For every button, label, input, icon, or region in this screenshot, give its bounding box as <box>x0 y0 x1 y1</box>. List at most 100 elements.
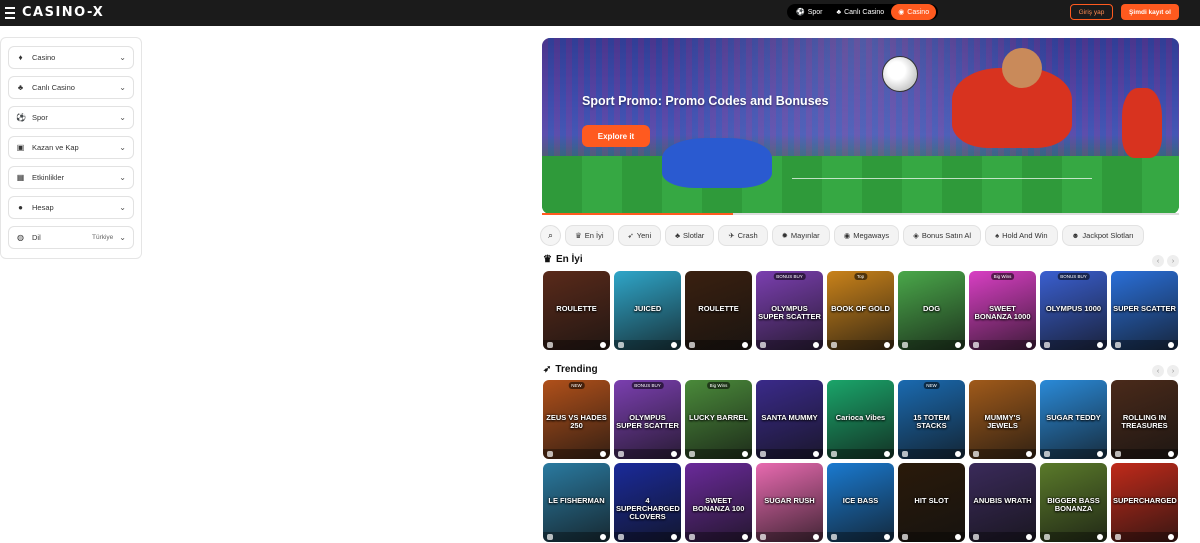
top-nav-sports[interactable]: ⚽ Spor <box>789 4 830 20</box>
info-icon[interactable] <box>1026 451 1032 457</box>
info-icon[interactable] <box>884 342 890 348</box>
game-tile[interactable]: BONUS BUY OLYMPUS 1000 <box>1040 271 1107 350</box>
info-icon[interactable] <box>600 451 606 457</box>
section-title-text: En İyi <box>555 254 583 265</box>
category-tab-bonus-sat-n-al[interactable]: ◈ Bonus Satın Al <box>903 224 982 246</box>
game-tile[interactable]: NEW 15 TOTEM STACKS <box>898 380 965 459</box>
info-icon[interactable] <box>1097 342 1103 348</box>
category-label: Mayınlar <box>790 230 820 240</box>
game-tile[interactable]: HIT SLOT <box>898 463 965 542</box>
chevron-right-icon[interactable]: › <box>1167 365 1179 377</box>
info-icon[interactable] <box>955 534 961 540</box>
game-tile[interactable]: NEW ZEUS VS HADES 250 <box>543 380 610 459</box>
game-tile[interactable]: ANUBIS WRATH <box>969 463 1036 542</box>
game-title: ICE BASS <box>842 496 879 505</box>
game-tile[interactable]: SUPERCHARGED <box>1111 463 1178 542</box>
info-icon[interactable] <box>671 342 677 348</box>
category-tab-slotlar[interactable]: ♣ Slotlar <box>665 224 715 246</box>
live-casino-icon: ♣ <box>17 83 24 92</box>
provider-icon <box>760 451 766 457</box>
login-button[interactable]: Giriş yap <box>1070 4 1113 20</box>
info-icon[interactable] <box>1026 534 1032 540</box>
info-icon[interactable] <box>813 451 819 457</box>
top-nav-casino[interactable]: ◉ Casino <box>891 4 937 20</box>
section-title-text: Trending <box>555 364 598 375</box>
game-tile[interactable]: Top BOOK OF GOLD <box>827 271 894 350</box>
info-icon[interactable] <box>813 534 819 540</box>
game-title: MUMMY'S JEWELS <box>984 413 1021 430</box>
promo-banner[interactable]: Sport Promo: Promo Codes and Bonuses Exp… <box>542 38 1179 214</box>
sidebar-item-casino[interactable]: ♦ Casino ⌄ <box>8 46 134 69</box>
info-icon[interactable] <box>884 451 890 457</box>
info-icon[interactable] <box>1097 451 1103 457</box>
sidebar-item-kazan-ve-kap[interactable]: ▣ Kazan ve Kap ⌄ <box>8 136 134 159</box>
register-button[interactable]: Şimdi kayıt ol <box>1121 4 1179 20</box>
info-icon[interactable] <box>1168 534 1174 540</box>
info-icon[interactable] <box>1168 342 1174 348</box>
info-icon[interactable] <box>742 534 748 540</box>
category-tab-hold-and-win[interactable]: ♠ Hold And Win <box>985 224 1058 246</box>
game-tile[interactable]: MUMMY'S JEWELS <box>969 380 1036 459</box>
game-badge: BONUS BUY <box>1057 273 1090 280</box>
game-tile[interactable]: ROULETTE <box>543 271 610 350</box>
sidebar-item-hesap[interactable]: ● Hesap ⌄ <box>8 196 134 219</box>
top-nav-live-casino[interactable]: ♣ Canlı Casino <box>830 4 892 20</box>
sidebar-item-canl-casino[interactable]: ♣ Canlı Casino ⌄ <box>8 76 134 99</box>
info-icon[interactable] <box>1168 451 1174 457</box>
sidebar-item-etkinlikler[interactable]: ▦ Etkinlikler ⌄ <box>8 166 134 189</box>
game-badge: NEW <box>923 382 940 389</box>
game-tile[interactable]: DOG <box>898 271 965 350</box>
info-icon[interactable] <box>884 534 890 540</box>
mine-icon: ✹ <box>781 230 788 240</box>
game-tile[interactable]: JUICED <box>614 271 681 350</box>
category-tab-crash[interactable]: ✈ Crash <box>718 224 768 246</box>
category-tab-en-i-yi[interactable]: ♛ En İyi <box>565 224 614 246</box>
cherry-icon: ♣ <box>675 230 681 240</box>
game-tile[interactable]: BIGGER BASS BONANZA <box>1040 463 1107 542</box>
info-icon[interactable] <box>955 451 961 457</box>
chevron-left-icon[interactable]: ‹ <box>1152 255 1164 267</box>
game-badge: Top <box>853 273 868 280</box>
game-tile[interactable]: Big Wins SWEET BONANZA 1000 <box>969 271 1036 350</box>
game-tile[interactable]: Carioca Vibes <box>827 380 894 459</box>
info-icon[interactable] <box>600 342 606 348</box>
category-tab-may-nlar[interactable]: ✹ Mayınlar <box>771 224 830 246</box>
site-logo[interactable]: CASINO-X <box>22 5 104 20</box>
explore-button[interactable]: Explore it <box>582 125 650 147</box>
game-tile[interactable]: 4 SUPERCHARGED CLOVERS <box>614 463 681 542</box>
info-icon[interactable] <box>600 534 606 540</box>
game-tile[interactable]: SUGAR TEDDY <box>1040 380 1107 459</box>
game-tile[interactable]: ROULETTE <box>685 271 752 350</box>
info-icon[interactable] <box>1026 342 1032 348</box>
provider-icon <box>1115 534 1121 540</box>
info-icon[interactable] <box>742 342 748 348</box>
game-tile[interactable]: ICE BASS <box>827 463 894 542</box>
category-tab-yeni[interactable]: ➶ Yeni <box>617 224 662 246</box>
search-icon[interactable]: ⌕ <box>540 224 561 246</box>
category-tab-megaways[interactable]: ◉ Megaways <box>833 224 900 246</box>
category-tab-jackpot-slotlar-[interactable]: ☻ Jackpot Slotları <box>1061 224 1144 246</box>
game-tile[interactable]: ROLLING IN TREASURES <box>1111 380 1178 459</box>
pitch-line <box>792 178 1092 179</box>
info-icon[interactable] <box>742 451 748 457</box>
game-tile[interactable]: SWEET BONANZA 100 <box>685 463 752 542</box>
sidebar-item-spor[interactable]: ⚽ Spor ⌄ <box>8 106 134 129</box>
game-tile[interactable]: SUGAR RUSH <box>756 463 823 542</box>
casino-chip-icon: ♦ <box>18 53 23 62</box>
hamburger-menu-icon[interactable] <box>5 7 15 19</box>
game-tile[interactable]: BONUS BUY OLYMPUS SUPER SCATTER <box>756 271 823 350</box>
chevron-left-icon[interactable]: ‹ <box>1152 365 1164 377</box>
game-tile[interactable]: BONUS BUY OLYMPUS SUPER SCATTER <box>614 380 681 459</box>
sidebar-item-dil[interactable]: ◍ Dil Türkiye ⌄ <box>8 226 134 249</box>
info-icon[interactable] <box>955 342 961 348</box>
info-icon[interactable] <box>813 342 819 348</box>
info-icon[interactable] <box>671 451 677 457</box>
provider-icon <box>760 342 766 348</box>
info-icon[interactable] <box>671 534 677 540</box>
game-tile[interactable]: LE FISHERMAN <box>543 463 610 542</box>
game-tile[interactable]: SUPER SCATTER <box>1111 271 1178 350</box>
info-icon[interactable] <box>1097 534 1103 540</box>
game-tile[interactable]: SANTA MUMMY <box>756 380 823 459</box>
game-tile[interactable]: Big Wins LUCKY BARREL <box>685 380 752 459</box>
chevron-right-icon[interactable]: › <box>1167 255 1179 267</box>
